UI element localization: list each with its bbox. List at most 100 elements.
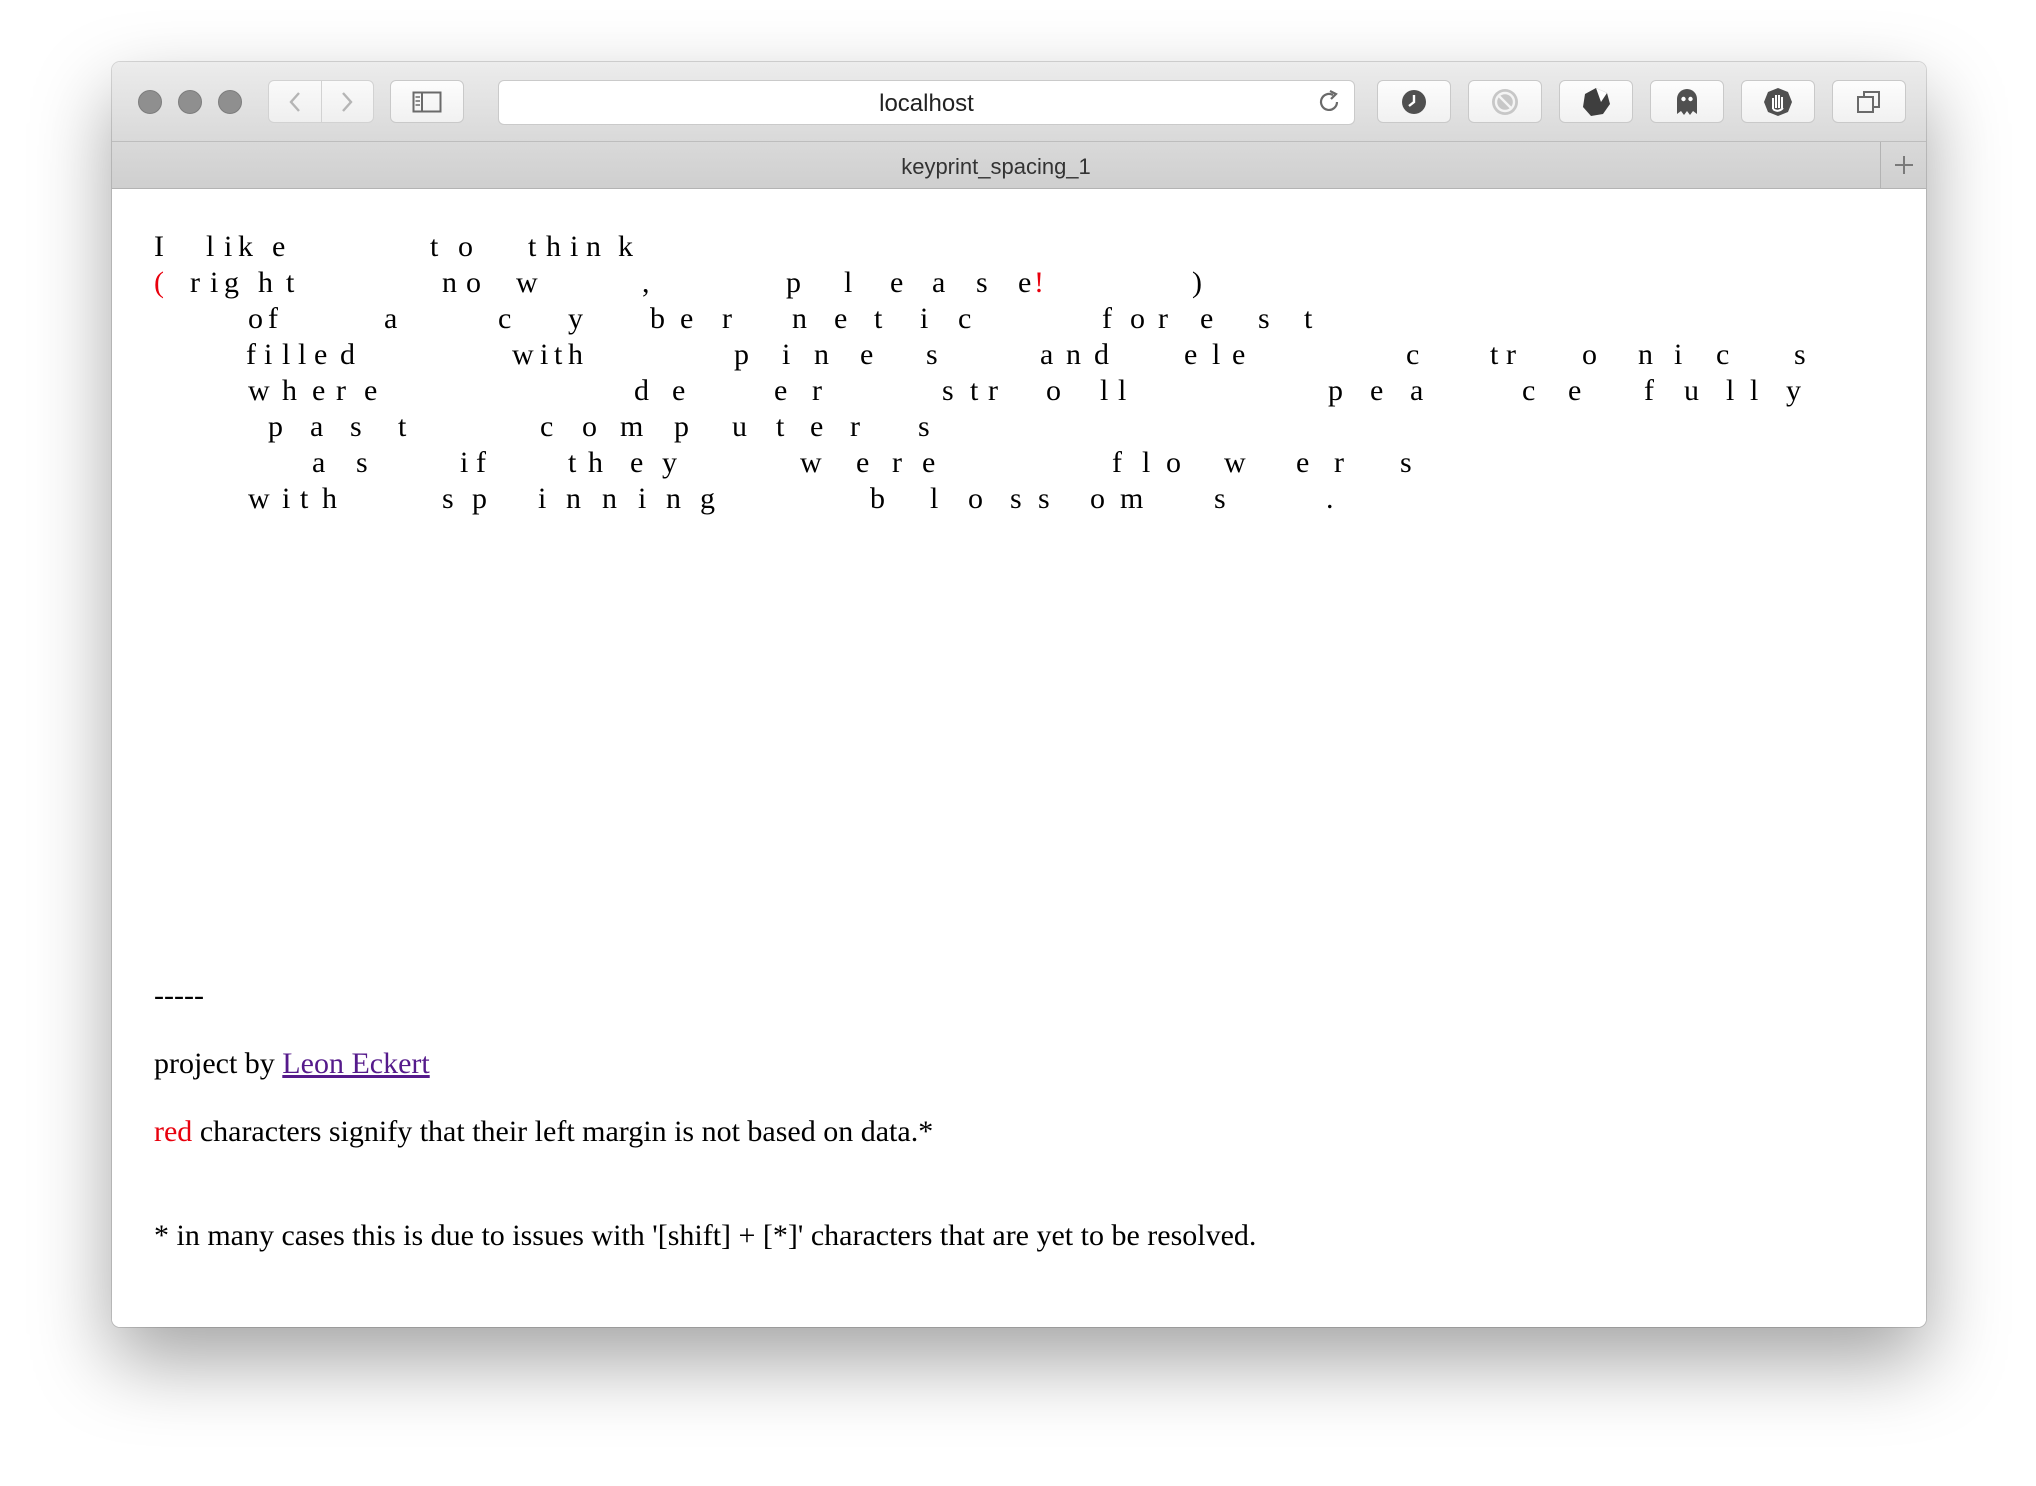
browser-toolbar: localhost [112,62,1926,142]
poem-char: r [336,374,346,407]
new-tab-button[interactable] [1880,142,1926,188]
ghostery-icon [1583,87,1610,116]
poem-char: y [568,302,583,335]
poem-char: c [540,410,554,443]
poem-char: i [638,482,647,515]
forward-button[interactable] [320,81,374,122]
poem-char: a [1040,338,1054,371]
legend-note-text: characters signify that their left margi… [192,1115,934,1148]
poem-char: c [498,302,512,335]
poem-char: r [892,446,902,479]
poem-char: p [1328,374,1343,407]
poem-char: e [630,446,644,479]
plus-icon [1894,156,1913,174]
credit-line: project by Leon Eckert [154,1047,430,1081]
poem-char: g [224,266,239,299]
history-button[interactable] [1377,80,1451,123]
poem-char: l [1118,374,1127,407]
poem-char: h [322,482,337,515]
footnote: * in many cases this is due to issues wi… [154,1219,1257,1252]
poem-char: m [620,410,644,443]
poem-char: i [920,302,929,335]
poem-char: o [1582,338,1597,371]
poem-char: o [1166,446,1181,479]
poem-char: t [776,410,785,443]
page-content: Il i k e t o t h i n k(r i g h t n o w, p l e a s e!) o f a c y b e r n e… [112,189,1926,1327]
poem-char: d [340,338,355,371]
poem-char: l [298,338,307,371]
ghostery-button[interactable] [1559,80,1633,123]
ghost-button[interactable] [1650,80,1724,123]
block-button[interactable] [1468,80,1542,123]
poem-char: e [1296,446,1310,479]
poem-char: p [674,410,689,443]
poem-char: w [516,266,538,299]
poem-char: i [264,338,273,371]
poem-char: d [1094,338,1109,371]
poem-char: e [860,338,874,371]
poem-char: l [206,230,215,263]
poem-char: . [1326,482,1334,515]
poem-char: s [1214,482,1226,515]
address-bar[interactable]: localhost [498,80,1355,125]
poem-char: l [844,266,853,299]
poem-char: e [364,374,378,407]
poem-char: p [268,410,283,443]
browser-window: localhost keyprint_spacing_1 Iliketothin… [112,62,1926,1327]
poem-char: r [1158,302,1168,335]
zoom-window-button[interactable] [218,90,242,114]
poem-char: t [398,410,407,443]
poem-char: i [282,482,291,515]
chevron-left-icon [289,91,300,112]
reload-icon[interactable] [1316,89,1342,115]
poem-char: n [602,482,617,515]
poem-char: e [810,410,824,443]
ghost-icon [1677,88,1697,115]
poem-char: k [618,230,633,263]
stop-hand-button[interactable] [1741,80,1815,123]
divider-text: ----- [154,979,204,1012]
poem-char: r [1506,338,1516,371]
poem-char: w [1224,446,1246,479]
poem-char-red: ( [154,266,164,299]
poem-char: i [538,482,547,515]
poem-char: n [666,482,681,515]
poem-char: h [568,338,583,371]
sidebar-button[interactable] [390,80,464,123]
poem-char: f [268,302,278,335]
poem-char: a [310,410,324,443]
poem-char: e [834,302,848,335]
close-window-button[interactable] [138,90,162,114]
poem-char: l [1212,338,1221,371]
poem-char: w [248,374,270,407]
poem-char: c [1716,338,1730,371]
credit-prefix: project by [154,1047,283,1080]
poem-char: t [970,374,979,407]
poem-char: n [1638,338,1653,371]
poem-char: l [930,482,939,515]
poem-char: r [190,266,200,299]
poem-char: e [856,446,870,479]
poem-char: a [384,302,398,335]
poem-char: t [874,302,883,335]
author-link[interactable]: Leon Eckert [282,1047,429,1080]
poem-char: f [476,446,486,479]
back-button[interactable] [269,81,321,122]
tabs-overview-button[interactable] [1832,80,1906,123]
poem-char: b [870,482,885,515]
poem-char: m [1120,482,1144,515]
address-text: localhost [879,90,974,117]
sidebar-icon [412,91,442,112]
minimize-window-button[interactable] [178,90,202,114]
tab-title[interactable]: keyprint_spacing_1 [112,154,1880,180]
poem-char: n [442,266,457,299]
poem-char: I [154,230,164,263]
poem-char: h [588,446,603,479]
poem-char: h [546,230,561,263]
poem-char: e [890,266,904,299]
poem-char: t [1490,338,1499,371]
poem-char: p [734,338,749,371]
poem-char: p [472,482,487,515]
poem-char: u [1684,374,1699,407]
poem-char: s [356,446,368,479]
